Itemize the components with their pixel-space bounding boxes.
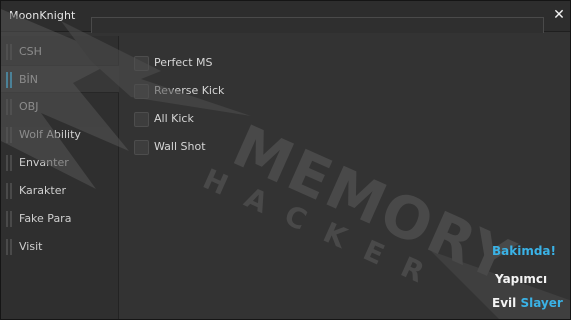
sidebar-item-visit[interactable]: Visit — [1, 233, 119, 261]
perfect-ms-checkbox[interactable] — [134, 56, 149, 71]
author-name: Evil Slayer — [492, 296, 563, 310]
sidebar-item-envanter[interactable]: Envanter — [1, 149, 119, 177]
option-label: All Kick — [154, 112, 194, 125]
credit-label: Yapımcı — [495, 272, 548, 286]
option-label: Reverse Kick — [154, 84, 225, 97]
sidebar-item-bin[interactable]: BİN — [1, 65, 119, 93]
option-label: Wall Shot — [154, 140, 206, 153]
window-title: MoonKnight — [9, 9, 76, 22]
sidebar-item-obj[interactable]: OBJ — [1, 93, 119, 121]
sidebar: CSH BİN OBJ Wolf Ability Envanter Karakt… — [1, 36, 119, 319]
wall-shot-checkbox[interactable] — [134, 140, 149, 155]
status-text: Bakimda! — [492, 244, 557, 258]
sidebar-item-label: Envanter — [19, 156, 69, 169]
tab-marker-icon — [6, 183, 12, 199]
tab-marker-icon — [6, 127, 12, 143]
sidebar-item-fake-para[interactable]: Fake Para — [1, 205, 119, 233]
sidebar-item-csh[interactable]: CSH — [1, 38, 119, 66]
author-second: Slayer — [520, 296, 563, 310]
sidebar-item-wolf-ability[interactable]: Wolf Ability — [1, 121, 119, 149]
tab-marker-icon — [6, 239, 12, 255]
tab-marker-icon — [6, 211, 12, 227]
tab-marker-icon — [6, 44, 12, 60]
all-kick-checkbox[interactable] — [134, 112, 149, 127]
sidebar-item-label: OBJ — [19, 100, 39, 113]
sidebar-item-label: Karakter — [19, 184, 66, 197]
author-first: Evil — [492, 296, 517, 310]
sidebar-item-label: Visit — [19, 240, 43, 253]
close-button[interactable]: ✕ — [550, 6, 568, 24]
tab-marker-icon — [6, 99, 12, 115]
tab-marker-icon — [6, 72, 12, 88]
title-bar[interactable]: MoonKnight ✕ — [1, 1, 570, 33]
sidebar-item-karakter[interactable]: Karakter — [1, 177, 119, 205]
option-label: Perfect MS — [154, 56, 213, 69]
title-bar-field — [91, 17, 544, 33]
sidebar-item-label: BİN — [19, 73, 39, 86]
sidebar-item-label: Wolf Ability — [19, 128, 81, 141]
tab-marker-icon — [6, 155, 12, 171]
reverse-kick-checkbox[interactable] — [134, 84, 149, 99]
app-window: MoonKnight ✕ CSH BİN OBJ Wolf Ability En… — [0, 0, 571, 320]
sidebar-item-label: CSH — [19, 45, 42, 58]
sidebar-item-label: Fake Para — [19, 212, 72, 225]
